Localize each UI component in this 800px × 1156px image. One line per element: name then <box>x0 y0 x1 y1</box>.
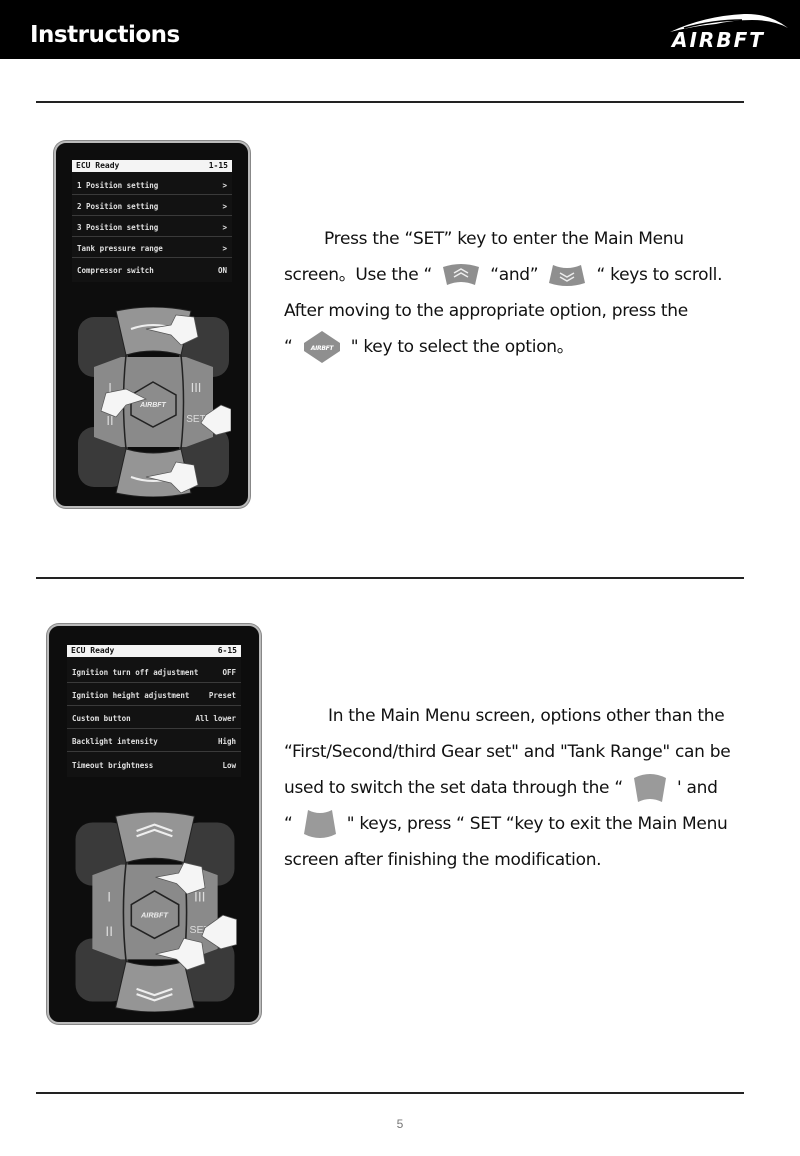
instruction-text-2: In the Main Menu screen, options other t… <box>284 698 731 878</box>
menu-item-value: OFF <box>222 668 236 677</box>
center-select-key-icon: AIRBFT <box>303 331 340 363</box>
instruction-text-1: Press the “SET” key to enter the Main Me… <box>284 221 723 365</box>
menu-item-label: 1 Position setting <box>77 181 159 190</box>
text-fragment: “ <box>284 337 293 357</box>
down-key-icon <box>303 810 336 838</box>
gear-3-key[interactable]: III <box>194 889 205 904</box>
chevron-right-icon: > <box>222 244 227 253</box>
menu-item[interactable]: Timeout brightness Low <box>67 755 241 776</box>
menu-item-label: Ignition turn off adjustment <box>72 668 199 677</box>
menu-item[interactable]: Tank pressure range > <box>72 240 232 258</box>
header-title: Instructions <box>30 22 180 48</box>
center-key-logo: AIRBFT <box>140 910 169 919</box>
text-fragment: “and” <box>490 265 539 285</box>
text-line: “ " keys, press “ SET “key to exit the M… <box>284 806 730 842</box>
keypad-1: AIRBFT I II III SET <box>78 307 231 497</box>
up-key[interactable] <box>114 812 196 864</box>
menu-item-label: Compressor switch <box>77 266 154 275</box>
screen-status: ECU Ready <box>71 646 115 655</box>
device-screen-1: ECU Ready 1-15 1 Position setting > 2 Po… <box>72 160 232 282</box>
gear-2-key[interactable]: II <box>105 924 113 939</box>
menu-item[interactable]: 1 Position setting > <box>72 177 232 195</box>
menu-item-label: Ignition height adjustment <box>72 691 190 700</box>
menu-item[interactable]: Backlight intensity High <box>67 732 241 752</box>
logo-text: AIRBFT <box>672 28 765 52</box>
screen-status: ECU Ready <box>76 161 120 170</box>
menu-item-value: High <box>217 737 236 746</box>
text-line: screen after finishing the modification. <box>284 850 602 870</box>
menu-item-label: 3 Position setting <box>77 223 159 232</box>
menu-item-label: 2 Position setting <box>77 202 159 211</box>
screen-page: 6-15 <box>217 646 237 655</box>
gear-1-key[interactable]: I <box>107 889 111 904</box>
text-line: After moving to the appropriate option, … <box>284 301 688 321</box>
text-fragment: “ keys to scroll. <box>596 265 723 285</box>
divider-middle <box>36 577 744 579</box>
menu-item-value: All lower <box>195 714 236 723</box>
center-key-logo: AIRBFT <box>139 402 166 409</box>
menu-item[interactable]: Ignition height adjustment Preset <box>67 686 241 706</box>
up-key-icon <box>443 264 480 285</box>
keypad-2: AIRBFT I II III SET <box>75 812 237 1012</box>
menu-item-label: Timeout brightness <box>72 761 154 770</box>
svg-text:AIRBFT: AIRBFT <box>309 345 334 352</box>
menu-item-label: Custom button <box>72 714 131 723</box>
device-screen-2: ECU Ready 6-15 Ignition turn off adjustm… <box>67 645 241 777</box>
screen-status-bar: ECU Ready 1-15 <box>72 160 232 172</box>
page-number: 5 <box>396 1117 404 1131</box>
screen-status-bar: ECU Ready 6-15 <box>67 645 241 657</box>
menu-item-value: Preset <box>208 691 236 700</box>
gear-3-key[interactable]: III <box>191 380 202 395</box>
down-key[interactable] <box>114 960 196 1012</box>
menu-item[interactable]: Compressor switch ON <box>72 261 232 281</box>
down-key-icon <box>549 265 586 286</box>
menu-item[interactable]: Custom button All lower <box>67 709 241 729</box>
text-line: “First/Second/third Gear set" and "Tank … <box>284 742 731 762</box>
text-fragment: “ <box>284 814 293 834</box>
screen-page: 1-15 <box>208 161 228 170</box>
airbft-logo: AIRBFT <box>664 10 794 52</box>
text-fragment: " key to select the option。 <box>350 337 574 357</box>
divider-bottom <box>36 1092 744 1094</box>
menu-item-label: Tank pressure range <box>77 244 163 253</box>
text-line: Press the “SET” key to enter the Main Me… <box>324 229 684 249</box>
menu-item[interactable]: 2 Position setting > <box>72 198 232 216</box>
menu-item-value: ON <box>217 266 227 275</box>
menu-item[interactable]: 3 Position setting > <box>72 219 232 237</box>
text-line: In the Main Menu screen, options other t… <box>328 706 725 726</box>
chevron-right-icon: > <box>222 223 227 232</box>
text-line: “ AIRBFT " key to select the option。 <box>284 329 722 365</box>
chevron-right-icon: > <box>222 202 227 211</box>
menu-item-label: Backlight intensity <box>72 737 158 746</box>
text-fragment: " keys, press “ SET “key to exit the Mai… <box>346 814 728 834</box>
text-fragment: used to switch the set data through the … <box>284 778 623 798</box>
controller-device-2: ECU Ready 6-15 Ignition turn off adjustm… <box>47 624 261 1024</box>
page-header: Instructions AIRBFT <box>0 0 800 59</box>
chevron-right-icon: > <box>222 181 227 190</box>
divider-top <box>36 101 744 103</box>
text-line: screen。Use the “ “and” “ keys to scroll. <box>284 257 723 293</box>
text-fragment: screen。Use the “ <box>284 265 432 285</box>
up-key-icon <box>633 774 666 802</box>
text-fragment: ' and <box>677 778 718 798</box>
menu-item-value: Low <box>222 761 236 770</box>
text-line: used to switch the set data through the … <box>284 770 730 806</box>
menu-item[interactable]: Ignition turn off adjustment OFF <box>67 663 241 683</box>
controller-device-1: ECU Ready 1-15 1 Position setting > 2 Po… <box>54 141 250 508</box>
